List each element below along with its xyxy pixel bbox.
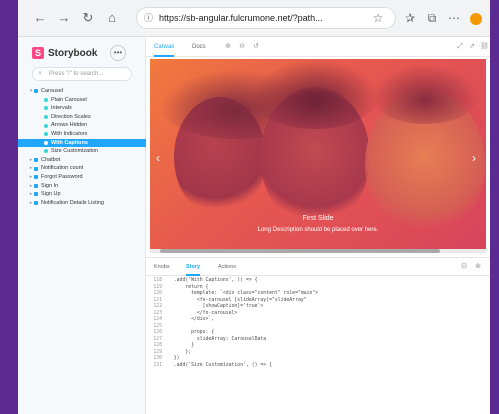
collections-icon[interactable]: ⧉ — [424, 10, 440, 26]
sidebar-item-label: Direction Scales — [51, 113, 91, 120]
storybook-brand[interactable]: S Storybook — [32, 46, 97, 60]
reload-icon[interactable]: ↻ — [80, 10, 96, 26]
addons-close-icon[interactable]: ⊗ — [474, 263, 482, 271]
sidebar-item-label: Sign Up — [41, 191, 61, 198]
carousel-slide[interactable]: ‹ › First Slide Long Description should … — [150, 59, 486, 249]
folder-icon — [34, 166, 38, 171]
sidebar-item[interactable]: ▸ Chatbot — [18, 156, 146, 165]
sidebar-item-label: Carousel — [41, 88, 64, 94]
forward-icon[interactable]: → — [56, 10, 72, 26]
code-text: .add('Size Customization', () => { — [168, 362, 272, 368]
info-icon: ⓘ — [144, 13, 154, 23]
sidebar-item-label: Notification Details Listing — [41, 199, 104, 206]
browser-toolbar: ← → ↻ ⌂ ⓘ https://sb-angular.fulcrumone.… — [18, 0, 490, 37]
folder-icon — [34, 201, 38, 206]
sidebar-item[interactable]: ▸ Sign In — [18, 182, 146, 191]
line-number: 131 — [153, 362, 162, 368]
slide-caption-title: First Slide — [302, 215, 334, 222]
story-icon — [44, 132, 48, 137]
search-icon: ⌕ — [38, 70, 42, 77]
code-text: </div>`, — [168, 317, 215, 322]
new-tab-icon[interactable]: ⇗ — [468, 43, 476, 51]
browser-window: ← → ↻ ⌂ ⓘ https://sb-angular.fulcrumone.… — [18, 0, 490, 414]
back-icon[interactable]: ← — [32, 10, 48, 26]
sidebar-item-label: Arrows Hidden — [51, 122, 88, 129]
fullscreen-icon[interactable]: ⤢ — [456, 43, 464, 51]
search-placeholder: Press "/" to search... — [49, 71, 104, 77]
zoom-in-icon[interactable]: ⊕ — [224, 43, 232, 51]
sidebar-item-label: Plain Carousel — [51, 96, 87, 103]
story-icon — [44, 123, 48, 128]
sidebar-item[interactable]: ▸ Notification count — [18, 164, 146, 173]
sidebar-item-label: Sign In — [41, 182, 59, 189]
slide-caption-text: Long Description should be placed over h… — [257, 227, 379, 233]
search-input[interactable]: ⌕ Press "/" to search... — [32, 67, 132, 81]
sidebar-item-label: Forgot Password — [41, 173, 83, 180]
extensions-icon[interactable]: ⋯ — [446, 10, 462, 26]
sidebar-item-label: Notification count — [41, 165, 84, 172]
sidebar-item[interactable]: Arrows Hidden — [18, 121, 146, 130]
sidebar-item-label: With Indicators — [51, 130, 88, 137]
addons-tabbar: Knobs Story Actions ⊟ ⊗ — [146, 258, 490, 276]
tab-story[interactable]: Story — [186, 258, 201, 276]
sidebar-item[interactable]: Intervals — [18, 104, 146, 113]
address-bar[interactable]: ⓘ https://sb-angular.fulcrumone.net/?pat… — [136, 7, 396, 29]
story-icon — [44, 106, 48, 111]
folder-icon — [34, 175, 38, 180]
tab-canvas[interactable]: Canvas — [154, 37, 175, 57]
story-source-code: 118 .add('With Captions', () => {119 ret… — [146, 278, 490, 414]
tab-docs[interactable]: Docs — [192, 37, 206, 57]
sidebar-item[interactable]: With Indicators — [18, 130, 146, 139]
sidebar-item[interactable]: With Captions — [18, 138, 146, 148]
folder-icon — [34, 158, 38, 163]
folder-icon — [34, 183, 38, 188]
profile-avatar[interactable] — [470, 13, 482, 25]
slide-photo-hair-right — [370, 64, 480, 124]
sidebar-item-label: Chatbot — [41, 156, 61, 163]
sidebar-item[interactable]: ▸ Forgot Password — [18, 173, 146, 182]
sidebar-menu-button[interactable]: ••• — [110, 45, 126, 61]
brand-name: Storybook — [48, 47, 98, 59]
preview-area: Canvas Docs ⊕ ⊖ ↺ ⤢ ⇗ ⛓ ‹ › First Slide … — [146, 37, 490, 414]
tab-actions[interactable]: Actions — [218, 258, 236, 276]
zoom-out-icon[interactable]: ⊖ — [238, 43, 246, 51]
home-icon[interactable]: ⌂ — [104, 10, 120, 26]
storybook-sidebar: S Storybook ••• ⌕ Press "/" to search...… — [18, 37, 146, 414]
addons-panel: Knobs Story Actions ⊟ ⊗ 118 .add('With C… — [146, 257, 490, 414]
sidebar-item[interactable]: ▸ Notification Details Listing — [18, 199, 146, 208]
story-icon — [44, 149, 48, 154]
sidebar-item[interactable]: ▸ Sign Up — [18, 190, 146, 199]
story-tree: ▾ Carousel Plain Carousel Intervals Directio… — [18, 87, 146, 207]
star-icon[interactable]: ☆ — [370, 10, 386, 26]
carousel-next-icon[interactable]: › — [472, 151, 476, 165]
zoom-reset-icon[interactable]: ↺ — [252, 43, 260, 51]
slide-photo-hair-center — [250, 59, 380, 129]
carousel-prev-icon[interactable]: ‹ — [156, 151, 160, 165]
storybook-logo-icon: S — [32, 47, 44, 59]
sidebar-item-label: With Captions — [51, 139, 88, 146]
favorites-icon[interactable]: ✰ — [402, 10, 418, 26]
sidebar-item-label: Size Customization — [51, 148, 99, 155]
sidebar-item-label: Intervals — [51, 105, 72, 112]
story-icon — [44, 140, 48, 145]
folder-icon — [34, 89, 38, 94]
sidebar-item[interactable]: ▾ Carousel — [18, 87, 146, 96]
scrollbar-thumb[interactable] — [160, 249, 440, 253]
addons-orientation-icon[interactable]: ⊟ — [460, 263, 468, 271]
sidebar-item[interactable]: Direction Scales — [18, 113, 146, 122]
sidebar-item[interactable]: Size Customization — [18, 147, 146, 156]
sidebar-item[interactable]: Plain Carousel — [18, 96, 146, 105]
story-icon — [44, 115, 48, 120]
preview-toolbar: Canvas Docs ⊕ ⊖ ↺ ⤢ ⇗ ⛓ — [146, 37, 490, 57]
horizontal-scrollbar[interactable] — [150, 249, 486, 253]
url-text: https://sb-angular.fulcrumone.net/?path.… — [159, 13, 323, 23]
copy-link-icon[interactable]: ⛓ — [480, 43, 489, 51]
story-icon — [44, 97, 48, 102]
code-line: 131 .add('Size Customization', () => { — [146, 363, 490, 370]
tab-knobs[interactable]: Knobs — [154, 258, 170, 276]
folder-icon — [34, 192, 38, 197]
